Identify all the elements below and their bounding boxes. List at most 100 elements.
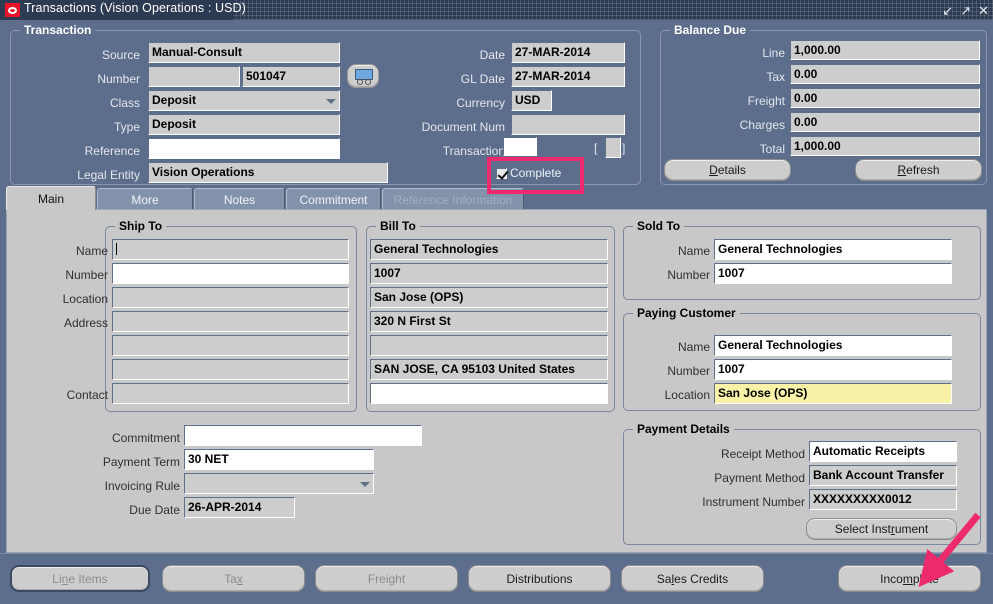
- payment-method-label: Payment Method: [714, 471, 805, 485]
- transactions-window: Transactions (Vision Operations : USD) ↙…: [0, 0, 993, 604]
- date-label: Date: [479, 48, 505, 62]
- tab-strip: Main More Notes Commitment Reference Inf…: [6, 186, 987, 210]
- bill-to-name-field[interactable]: General Technologies: [370, 239, 608, 260]
- type-label: Type: [113, 120, 140, 134]
- balance-freight-field: 0.00: [790, 88, 980, 108]
- ship-to-address-label: Address: [63, 316, 108, 330]
- instrument-number-label: Instrument Number: [702, 495, 805, 509]
- paying-customer-number-field[interactable]: 1007: [714, 359, 952, 380]
- ship-to-location-field[interactable]: [112, 287, 349, 308]
- balance-total-field: 1,000.00: [790, 136, 980, 156]
- window-controls: ↙ ↗ ✕: [942, 2, 989, 18]
- paying-customer-location-label: Location: [664, 388, 710, 402]
- source-field[interactable]: Manual-Consult: [148, 42, 340, 63]
- number-field[interactable]: 501047: [242, 66, 340, 87]
- due-date-field[interactable]: 26-APR-2014: [184, 497, 295, 518]
- gl-date-field[interactable]: 27-MAR-2014: [511, 66, 625, 87]
- ship-to-number-field[interactable]: [112, 263, 349, 284]
- commitment-label: Commitment: [111, 431, 180, 445]
- oracle-logo-icon: [5, 3, 20, 17]
- class-dropdown[interactable]: Deposit: [148, 90, 340, 111]
- line-items-button[interactable]: Line Items: [10, 565, 150, 592]
- ship-to-contact-field[interactable]: [112, 383, 349, 404]
- maximize-window-icon[interactable]: ↗: [960, 4, 971, 17]
- bill-to-address2-field[interactable]: [370, 335, 608, 356]
- paying-customer-location-field[interactable]: San Jose (OPS): [714, 383, 952, 404]
- bill-to-location-field[interactable]: San Jose (OPS): [370, 287, 608, 308]
- ship-to-address3-field[interactable]: [112, 359, 349, 380]
- restore-window-icon[interactable]: ↙: [942, 4, 953, 17]
- instrument-number-field[interactable]: XXXXXXXXX0012: [809, 489, 957, 510]
- balance-line-field: 1,000.00: [790, 40, 980, 60]
- select-instrument-button[interactable]: Select Instrument: [806, 518, 957, 540]
- payment-method-field[interactable]: Bank Account Transfer: [809, 465, 957, 486]
- tab-commitment[interactable]: Commitment: [286, 188, 381, 210]
- incomplete-button[interactable]: Incomplete: [838, 565, 981, 592]
- reference-label: Reference: [84, 144, 140, 158]
- ship-to-location-label: Location: [62, 292, 108, 306]
- commitment-field[interactable]: [184, 425, 422, 446]
- close-window-icon[interactable]: ✕: [978, 4, 989, 17]
- bill-to-number-field[interactable]: 1007: [370, 263, 608, 284]
- tab-notes-label: Notes: [223, 192, 256, 207]
- currency-field[interactable]: USD: [511, 90, 552, 111]
- transaction-flex-field[interactable]: [503, 137, 537, 156]
- balance-charges-field: 0.00: [790, 112, 980, 132]
- window-titlebar: Transactions (Vision Operations : USD) ↙…: [0, 0, 993, 20]
- sold-to-number-field[interactable]: 1007: [714, 263, 952, 284]
- class-label: Class: [109, 96, 140, 110]
- balance-tax-label: Tax: [766, 70, 785, 84]
- ship-to-number-label: Number: [65, 268, 108, 282]
- freight-button[interactable]: Freight: [315, 565, 458, 592]
- document-num-field[interactable]: [511, 114, 625, 135]
- ship-to-address1-field[interactable]: [112, 311, 349, 332]
- details-button-label-rest: etails: [717, 163, 746, 177]
- tab-main[interactable]: Main: [6, 186, 96, 210]
- payment-term-label: Payment Term: [102, 455, 180, 469]
- tax-button[interactable]: Tax: [162, 565, 305, 592]
- chevron-down-icon: [360, 481, 370, 487]
- bill-to-address1-field[interactable]: 320 N First St: [370, 311, 608, 332]
- chevron-down-icon: [326, 98, 336, 104]
- source-label: Source: [101, 48, 140, 62]
- ship-to-name-label: Name: [75, 244, 108, 258]
- ship-to-name-field[interactable]: [112, 239, 349, 260]
- balance-due-title: Balance Due: [670, 23, 751, 37]
- reference-field[interactable]: [148, 138, 340, 159]
- transaction-flex-label: Transaction: [442, 144, 505, 158]
- details-button[interactable]: Details: [664, 159, 791, 181]
- transaction-flex-desc-field[interactable]: [605, 137, 621, 158]
- bill-to-address3-field[interactable]: SAN JOSE, CA 95103 United States: [370, 359, 608, 380]
- date-field[interactable]: 27-MAR-2014: [511, 42, 625, 63]
- distributions-button[interactable]: Distributions: [468, 565, 611, 592]
- paying-customer-name-field[interactable]: General Technologies: [714, 335, 952, 356]
- balance-line-label: Line: [762, 46, 785, 60]
- legal-entity-field[interactable]: Vision Operations: [148, 162, 388, 183]
- complete-checkbox[interactable]: Complete: [496, 166, 561, 180]
- number-prefix-field[interactable]: [148, 66, 240, 87]
- tab-reference-information[interactable]: Reference Information: [382, 188, 524, 210]
- complete-checkbox-label: Complete: [510, 166, 562, 180]
- checkmark-icon: [496, 167, 507, 179]
- paying-customer-name-label: Name: [677, 340, 710, 354]
- receipt-method-field[interactable]: Automatic Receipts: [809, 441, 957, 462]
- distributions-button-label: Distributions: [506, 571, 573, 586]
- legal-entity-label: Legal Entity: [77, 168, 140, 182]
- bill-to-contact-field[interactable]: [370, 383, 608, 404]
- tab-notes[interactable]: Notes: [194, 188, 285, 210]
- bill-to-title: Bill To: [376, 219, 420, 233]
- flex-bracket-close: ]: [622, 141, 626, 155]
- tab-more[interactable]: More: [97, 188, 193, 210]
- payment-term-field[interactable]: 30 NET: [184, 449, 374, 470]
- invoicing-rule-dropdown[interactable]: [184, 473, 374, 494]
- ship-to-address2-field[interactable]: [112, 335, 349, 356]
- tab-reference-information-label: Reference Information: [393, 192, 513, 207]
- invoicing-rule-label: Invoicing Rule: [104, 479, 180, 493]
- type-field[interactable]: Deposit: [148, 114, 340, 135]
- sales-credits-button[interactable]: Sales Credits: [621, 565, 764, 592]
- refresh-button[interactable]: Refresh: [855, 159, 982, 181]
- sold-to-name-field[interactable]: General Technologies: [714, 239, 952, 260]
- currency-label: Currency: [456, 96, 505, 110]
- window-title: Transactions (Vision Operations : USD): [24, 1, 246, 15]
- paying-customer-title: Paying Customer: [633, 306, 740, 320]
